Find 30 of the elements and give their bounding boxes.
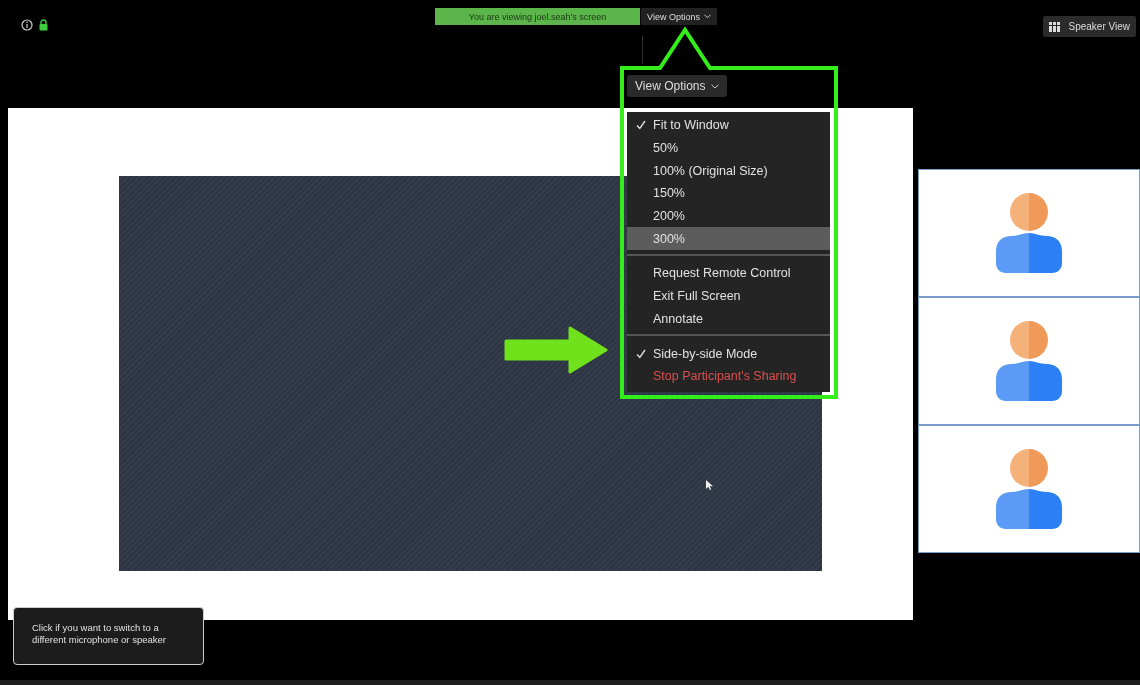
avatar-icon <box>996 193 1062 273</box>
avatar-icon <box>996 449 1062 529</box>
menu-item[interactable]: 300% <box>627 227 830 251</box>
speaker-view-button[interactable]: Speaker View <box>1043 16 1136 37</box>
participant-tile[interactable] <box>918 297 1140 425</box>
checkmark-icon <box>636 120 646 131</box>
caret-icon <box>711 83 720 89</box>
view-options-button[interactable]: View Options <box>627 75 728 97</box>
viewing-banner: You are viewing joel.seah's screen <box>435 8 640 25</box>
menu-item[interactable]: Fit to Window <box>627 114 830 137</box>
checkmark-icon <box>636 348 646 359</box>
menu-item[interactable]: Side-by-side Mode <box>627 342 830 365</box>
participant-tile[interactable] <box>918 425 1140 553</box>
caret-icon <box>703 14 711 19</box>
tooltip-text: Click if you want to switch to a different microphone or speaker <box>32 622 166 645</box>
cursor-icon <box>706 480 713 490</box>
lock-icon[interactable] <box>39 19 48 31</box>
menu-item[interactable]: Stop Participant's Sharing <box>627 364 830 388</box>
menu-item[interactable]: 150% <box>627 182 830 205</box>
menu-item[interactable]: Request Remote Control <box>627 262 830 285</box>
menu-item[interactable]: Annotate <box>627 307 830 331</box>
info-icon[interactable] <box>21 19 33 31</box>
menu-item[interactable]: Exit Full Screen <box>627 284 830 308</box>
avatar-icon <box>996 321 1062 401</box>
menu-item[interactable]: 50% <box>627 136 830 160</box>
menu-item[interactable]: 200% <box>627 204 830 228</box>
grid-icon <box>1049 21 1061 32</box>
participant-tile[interactable] <box>918 169 1140 297</box>
view-options-button[interactable]: View Options <box>641 8 717 25</box>
menu-item[interactable]: 100% (Original Size) <box>627 159 830 183</box>
